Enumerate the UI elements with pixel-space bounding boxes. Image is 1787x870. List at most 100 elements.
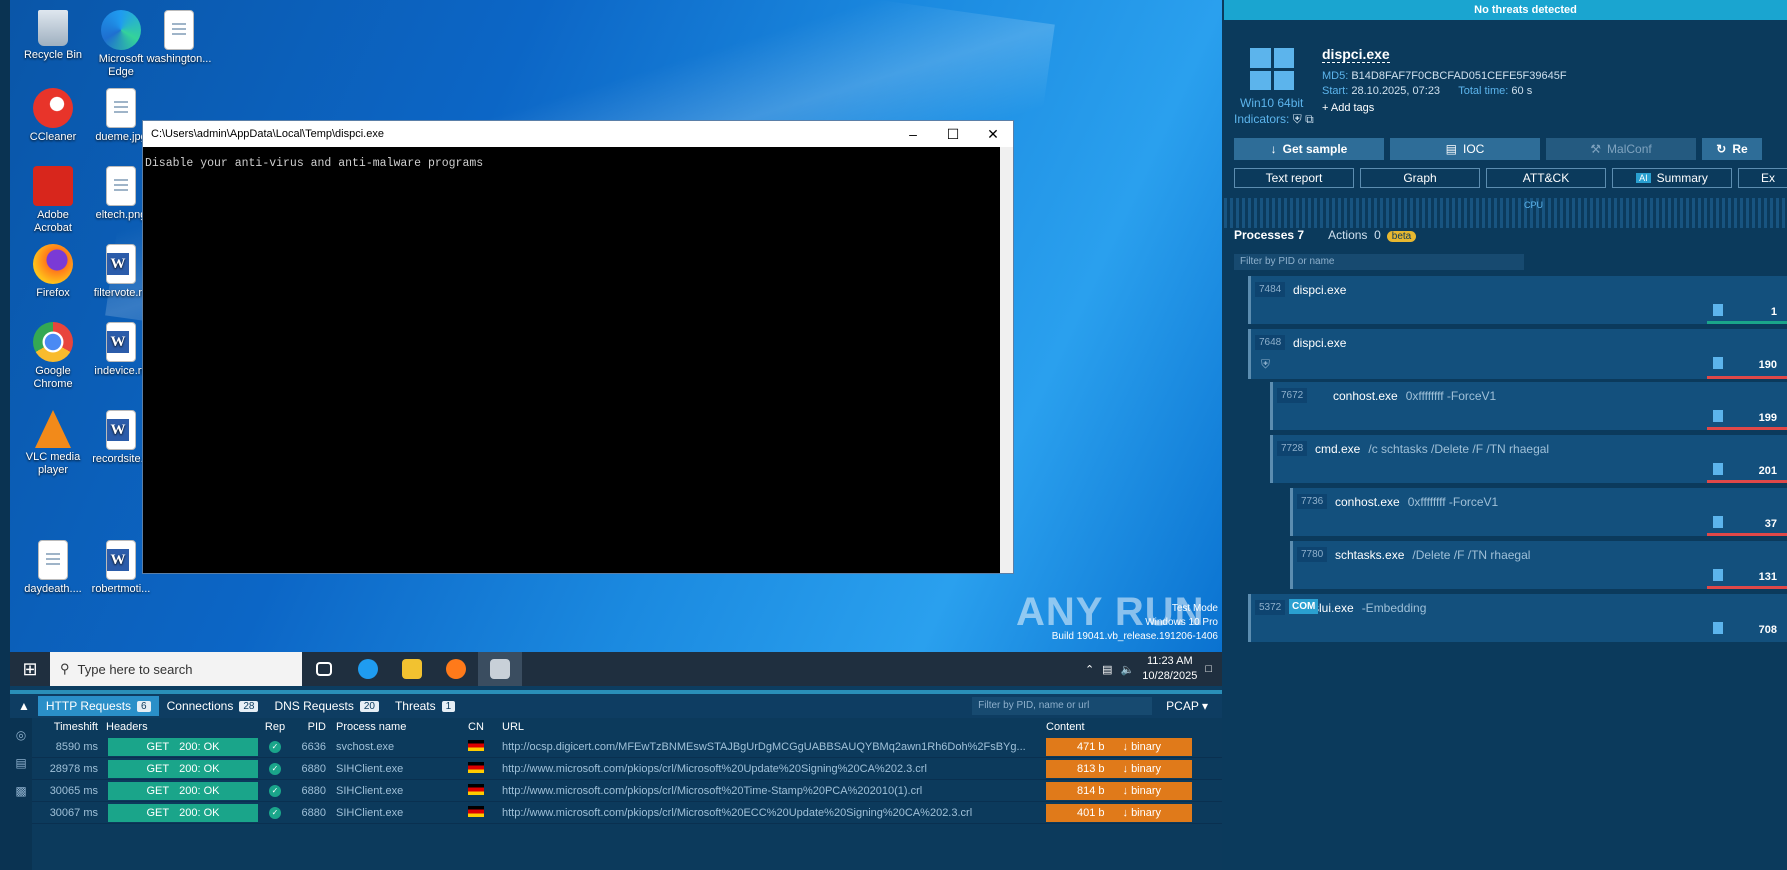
status-badge[interactable]: GET 200: OK [108, 781, 258, 800]
icon-label: robertmoti... [91, 583, 151, 595]
cell-timeshift: 8590 ms [55, 740, 98, 753]
ai-badge: AI [1636, 173, 1651, 183]
process-filter-input[interactable]: Filter by PID or name [1234, 254, 1524, 270]
process-row[interactable]: 7672 conhost.exe 0xffffffff -ForceV1 199 [1270, 382, 1787, 430]
col-rep[interactable]: Rep [260, 721, 290, 733]
process-exe: dispci.exe [1293, 283, 1347, 297]
process-row[interactable]: 7736 conhost.exe 0xffffffff -ForceV1 37 [1290, 488, 1787, 536]
document-icon[interactable]: washington... [144, 10, 214, 66]
process-row[interactable]: 7728 cmd.exe/c schtasks /Delete /F /TN r… [1270, 435, 1787, 483]
task-view-icon[interactable] [302, 652, 346, 686]
col-content[interactable]: Content [1042, 721, 1192, 733]
tab-processes[interactable]: Processes 7 [1234, 228, 1304, 242]
close-icon[interactable]: ✕ [973, 126, 1013, 143]
firefox-icon[interactable]: Firefox [18, 244, 88, 300]
process-name: conhost.exe 0xffffffff -ForceV1 [1333, 389, 1496, 403]
get-sample-button[interactable]: ↓ Get sample [1234, 138, 1384, 160]
malconf-button[interactable]: ⚒ MalConf [1546, 138, 1696, 160]
window-titlebar[interactable]: C:\Users\admin\AppData\Local\Temp\dispci… [143, 121, 1013, 147]
add-tags-button[interactable]: + Add tags [1322, 102, 1374, 114]
md5-value[interactable]: B14D8FAF7F0CBCFAD051CEFE5F39645F [1351, 70, 1566, 82]
http-method: GET [146, 762, 170, 775]
download-icon: ↓ [1270, 142, 1277, 156]
file-icon [1713, 622, 1723, 634]
taskbar-search[interactable]: ⚲ Type here to search [50, 652, 302, 686]
table-row[interactable]: 30065 ms GET 200: OK ✓ 6880 SIHClient.exe… [32, 780, 1222, 802]
export-button[interactable]: Ex [1738, 168, 1787, 188]
network-icon[interactable]: ▤ [1102, 663, 1112, 676]
content-badge[interactable]: 814 b ↓ binary [1046, 781, 1192, 800]
minimize-icon[interactable]: – [893, 126, 933, 142]
copy-icon[interactable]: ⧉ [1305, 112, 1314, 126]
clock[interactable]: 11:23 AM 10/28/2025 [1142, 654, 1197, 684]
window-title: C:\Users\admin\AppData\Local\Temp\dispci… [151, 128, 384, 140]
process-row[interactable]: 7780 schtasks.exe/Delete /F /TN rhaegal … [1290, 541, 1787, 589]
activity-bar [1707, 480, 1787, 483]
graph-button[interactable]: Graph [1360, 168, 1480, 188]
recycle-bin-icon[interactable]: Recycle Bin [18, 10, 88, 62]
col-cn[interactable]: CN [456, 721, 496, 733]
col-url[interactable]: URL [496, 721, 1042, 733]
chrome-icon[interactable]: Google Chrome [18, 322, 88, 391]
content-badge[interactable]: 813 b ↓ binary [1046, 759, 1192, 778]
tab-http-requests[interactable]: HTTP Requests 6 [37, 696, 159, 716]
shield-icon[interactable]: ⛨ [1293, 112, 1302, 126]
console-taskbar-icon[interactable] [478, 652, 522, 686]
process-count: 1 [1770, 306, 1777, 318]
firefox-taskbar-icon[interactable] [434, 652, 478, 686]
process-name: cmd.exe/c schtasks /Delete /F /TN rhaega… [1315, 442, 1549, 456]
bug-icon[interactable]: ▩ [15, 784, 26, 798]
document-icon[interactable]: daydeath.... [18, 540, 88, 596]
file-icon[interactable]: ▤ [15, 756, 26, 770]
acrobat-icon[interactable]: Adobe Acrobat [18, 166, 88, 235]
ccleaner-icon[interactable]: CCleaner [18, 88, 88, 144]
tab-connections[interactable]: Connections 28 [159, 696, 267, 716]
process-row[interactable]: 7484 dispci.exe 1 [1248, 276, 1787, 324]
network-filter-input[interactable]: Filter by PID, name or url [972, 697, 1153, 715]
process-count: 190 [1758, 359, 1777, 371]
col-pid[interactable]: PID [290, 721, 326, 733]
content-badge[interactable]: 471 b ↓ binary [1046, 737, 1192, 756]
sample-filename[interactable]: dispci.exe [1322, 46, 1390, 63]
text-report-button[interactable]: Text report [1234, 168, 1354, 188]
col-headers[interactable]: Headers [102, 721, 260, 733]
process-row[interactable]: 7648 dispci.exe ⛨ 190 [1248, 329, 1787, 379]
col-timeshift[interactable]: Timeshift [32, 721, 102, 733]
tab-dns-requests[interactable]: DNS Requests 20 [266, 696, 387, 716]
volume-icon[interactable]: 🔈 [1121, 663, 1135, 676]
tab-actions[interactable]: Actions 0 beta [1328, 228, 1417, 242]
http-method: GET [146, 784, 170, 797]
process-count: 131 [1758, 571, 1777, 583]
chevron-up-icon[interactable]: ⌃ [1085, 663, 1094, 676]
table-row[interactable]: 30067 ms GET 200: OK ✓ 6880 SIHClient.exe… [32, 802, 1222, 824]
explorer-taskbar-icon[interactable] [390, 652, 434, 686]
desktop[interactable]: Recycle Bin Microsoft Edge washington...… [10, 0, 1222, 652]
restart-button[interactable]: ↻ Re [1702, 138, 1762, 160]
vlc-icon[interactable]: VLC media player [18, 410, 88, 477]
console-window[interactable]: C:\Users\admin\AppData\Local\Temp\dispci… [142, 120, 1014, 574]
process-row[interactable]: 5372 slui.exe -Embedding COM 708 [1248, 594, 1787, 642]
content-badge[interactable]: 401 b ↓ binary [1046, 803, 1192, 822]
table-row[interactable]: 28978 ms GET 200: OK ✓ 6880 SIHClient.exe… [32, 758, 1222, 780]
globe-icon[interactable]: ◎ [16, 728, 26, 742]
network-sidebar: ◎ ▤ ▩ [10, 718, 32, 870]
status-badge[interactable]: GET 200: OK [108, 803, 258, 822]
status-badge[interactable]: GET 200: OK [108, 759, 258, 778]
start-button[interactable]: ⊞ [10, 659, 50, 680]
pcap-dropdown[interactable]: PCAP ▾ [1152, 699, 1222, 713]
notification-icon[interactable]: □ [1205, 663, 1212, 675]
scrollbar[interactable] [1000, 147, 1013, 573]
ioc-button[interactable]: ▤ IOC [1390, 138, 1540, 160]
table-row[interactable]: 8590 ms GET 200: OK ✓ 6636 svchost.exe ht… [32, 736, 1222, 758]
status-badge[interactable]: GET 200: OK [108, 737, 258, 756]
http-status: 200: OK [179, 740, 220, 753]
col-process[interactable]: Process name [326, 721, 456, 733]
edge-taskbar-icon[interactable] [346, 652, 390, 686]
attack-button[interactable]: ATT&CK [1486, 168, 1606, 188]
collapse-icon[interactable]: ▲ [10, 696, 38, 716]
summary-button[interactable]: AI Summary [1612, 168, 1732, 188]
maximize-icon[interactable]: ☐ [933, 126, 973, 143]
watermark-line: Test Mode [1171, 603, 1218, 614]
tab-label: Threats [394, 699, 436, 713]
tab-threats[interactable]: Threats 1 [387, 696, 463, 716]
